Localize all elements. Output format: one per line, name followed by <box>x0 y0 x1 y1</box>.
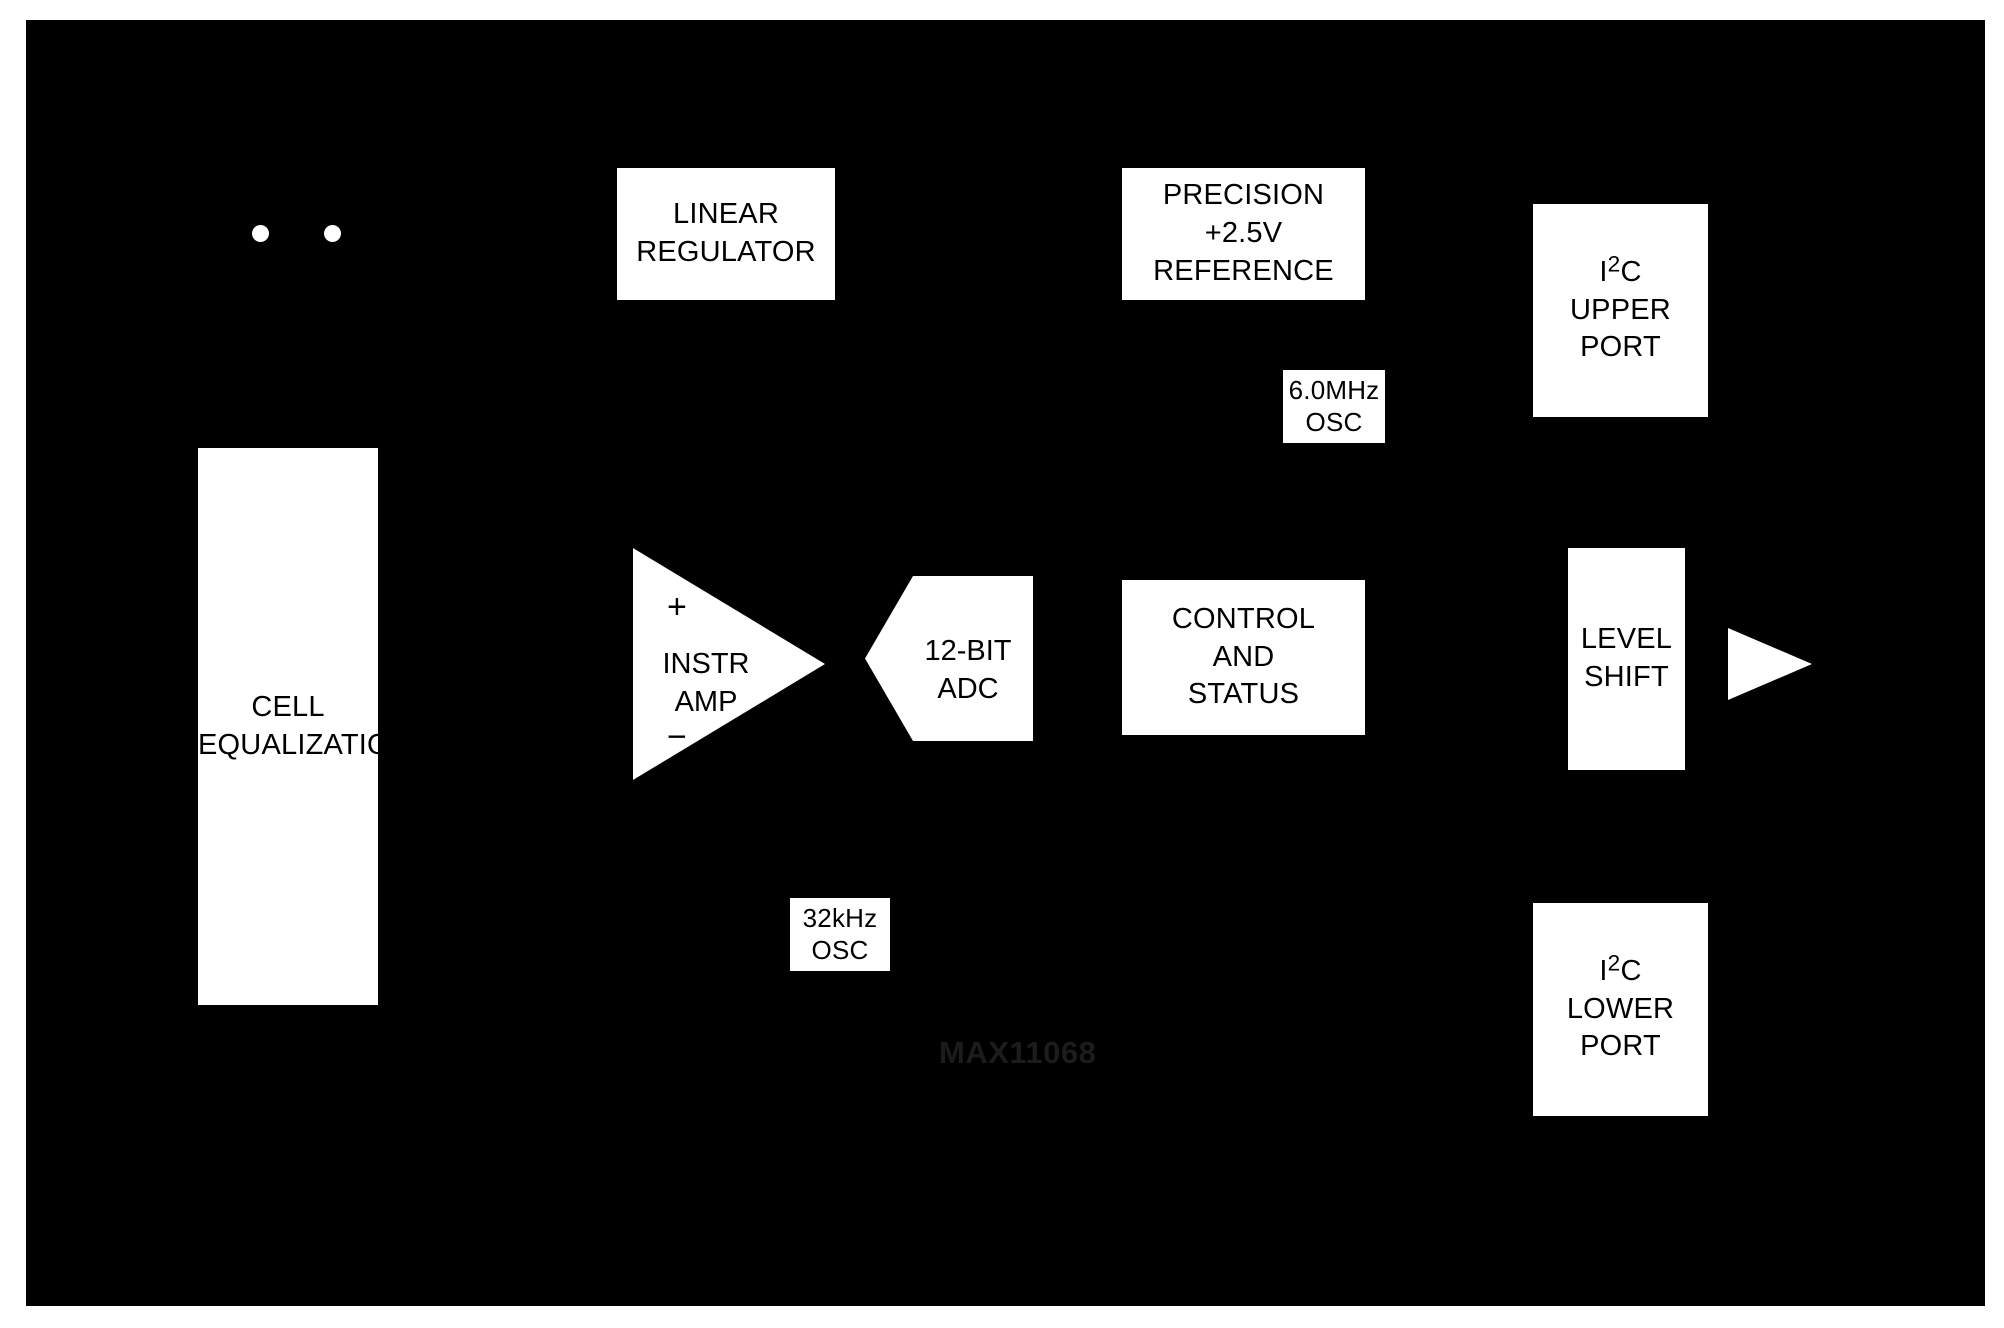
instr-amp-label-line1: INSTR <box>662 648 750 680</box>
instr-amp-minus-sign: − <box>667 718 687 756</box>
i2c-lower-port-line1-prefix: I <box>1599 954 1608 987</box>
i2c-upper-port-line1-prefix: I <box>1599 255 1608 288</box>
i2c-lower-port-line1-superscript: 2 <box>1607 950 1621 976</box>
linear-regulator-line2: REGULATOR <box>636 236 816 268</box>
block-control-and-status[interactable]: CONTROL AND STATUS <box>1122 580 1365 735</box>
osc-6mhz-line2: OSC <box>1305 406 1363 437</box>
part-number-watermark: MAX11068 <box>939 1035 1097 1070</box>
i2c-upper-port-line1-suffix: C <box>1620 255 1642 288</box>
adc-label-line2: ADC <box>937 673 999 705</box>
level-shift-line2: SHIFT <box>1584 661 1669 693</box>
instr-amp-label-line2: AMP <box>674 686 738 718</box>
i2c-lower-port-line3: PORT <box>1580 1030 1661 1063</box>
block-diagram-root: CELL EQUALIZATION LINEAR REGULATOR PRECI… <box>0 0 2004 1328</box>
control-and-status-line1: CONTROL <box>1171 602 1316 635</box>
instr-amp-plus-sign: + <box>667 588 687 626</box>
block-i2c-upper-port[interactable]: I2C UPPER PORT <box>1533 204 1708 417</box>
block-precision-reference[interactable]: PRECISION +2.5V REFERENCE <box>1122 168 1365 300</box>
block-i2c-lower-port[interactable]: I2C LOWER PORT <box>1533 903 1708 1116</box>
block-osc-32khz[interactable]: 32kHz OSC <box>790 898 890 971</box>
i2c-upper-port-line3: PORT <box>1580 331 1661 364</box>
precision-reference-line3: REFERENCE <box>1153 254 1334 287</box>
i2c-lower-port-line1: I2C <box>1533 950 1708 991</box>
osc-32khz-line2: OSC <box>811 934 869 965</box>
i2c-lower-port-line2: LOWER <box>1566 992 1675 1025</box>
linear-regulator-line1: LINEAR <box>673 198 779 231</box>
precision-reference-line1: PRECISION <box>1162 179 1325 212</box>
adc-label-line1: 12-BIT <box>924 635 1012 667</box>
osc-32khz-line1: 32kHz <box>802 902 878 933</box>
cell-stack-dot-left-icon <box>252 225 269 242</box>
i2c-lower-port-line1-suffix: C <box>1620 954 1642 987</box>
die-canvas: CELL EQUALIZATION LINEAR REGULATOR PRECI… <box>26 20 1985 1306</box>
i2c-upper-port-line2: UPPER <box>1570 293 1671 326</box>
block-osc-6mhz[interactable]: 6.0MHz OSC <box>1283 370 1385 443</box>
block-output-buffer[interactable] <box>1728 628 1812 700</box>
cell-equalization-line1: CELL <box>251 690 325 723</box>
control-and-status-line2: AND <box>1212 640 1275 673</box>
control-and-status-line3: STATUS <box>1187 678 1300 711</box>
cell-equalization-line2: EQUALIZATION <box>198 728 411 761</box>
i2c-upper-port-line1-superscript: 2 <box>1607 251 1621 277</box>
block-linear-regulator[interactable]: LINEAR REGULATOR <box>617 168 835 300</box>
cell-stack-dot-right-icon <box>324 225 341 242</box>
block-cell-equalization[interactable]: CELL EQUALIZATION <box>198 448 411 1005</box>
level-shift-line1: LEVEL <box>1580 623 1673 656</box>
i2c-upper-port-line1: I2C <box>1533 251 1708 292</box>
block-level-shift[interactable]: LEVEL SHIFT <box>1568 548 1685 770</box>
osc-6mhz-line1: 6.0MHz <box>1288 374 1380 405</box>
precision-reference-line2: +2.5V <box>1204 217 1283 250</box>
